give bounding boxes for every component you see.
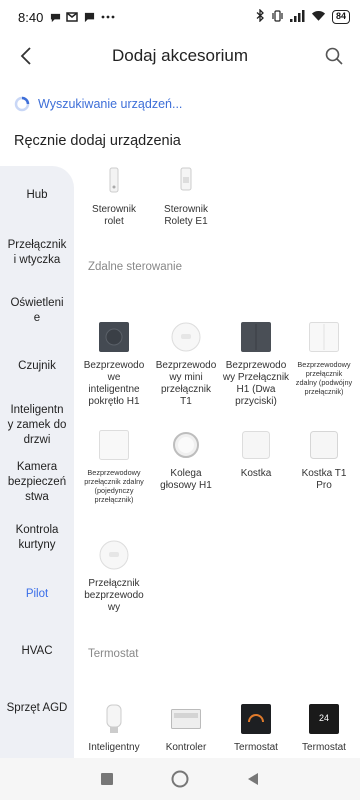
- wifi-icon: [311, 10, 326, 25]
- device-card-roller-shade-e1[interactable]: Sterownik Rolety E1: [150, 164, 222, 228]
- radiator-thermostat-icon: [97, 702, 131, 736]
- device-label: Kostka T1 Pro: [301, 468, 347, 491]
- device-label: Kontroler: [165, 742, 207, 753]
- device-card-thermostat-a[interactable]: Termostat: [220, 702, 292, 754]
- device-label: Przełącznik bezprzewodo wy: [84, 578, 144, 613]
- back-button[interactable]: [12, 42, 40, 70]
- home-button[interactable]: [168, 767, 192, 791]
- device-label: Bezprzewodo we inteligentne pokrętło H1: [83, 360, 145, 407]
- device-card-thermostat-b[interactable]: 24 Termostat: [288, 702, 360, 754]
- sidebar-item-hvac[interactable]: HVAC: [0, 644, 74, 659]
- bluetooth-icon: [256, 8, 265, 25]
- double-switch-white-icon: [307, 320, 341, 354]
- smart-knob-icon: [97, 320, 131, 354]
- double-switch-dark-icon: [239, 320, 273, 354]
- section-title-thermostat: Termostat: [88, 648, 139, 660]
- vibrate-icon: [271, 9, 284, 25]
- device-label: Inteligentny: [88, 742, 140, 753]
- battery-indicator: 84: [331, 10, 350, 24]
- device-card-remote-switch-single[interactable]: Bezprzewodowy przełącznik zdalny (pojedync…: [78, 428, 150, 504]
- page-title: Dodaj akcesorium: [111, 46, 249, 65]
- more-icon: [100, 11, 116, 23]
- mail-icon: [66, 11, 79, 23]
- sidebar-item-switch-plug[interactable]: Przełącznik i wtyczka: [0, 238, 74, 268]
- sidebar-item-lighting[interactable]: Oświetleni e: [0, 296, 74, 326]
- category-sidebar: Hub Przełącznik i wtyczka Oświetleni e Czu…: [0, 166, 74, 758]
- device-card-remote-switch-double[interactable]: Bezprzewodowy przełącznik zdalny (podwójny…: [288, 320, 360, 396]
- device-search-status: Wyszukiwanie urządzeń...: [14, 96, 182, 112]
- device-label: Bezprzewodowy przełącznik zdalny (pojedync…: [84, 468, 144, 504]
- square-icon: [100, 773, 113, 785]
- manual-add-title: Ręcznie dodaj urządzenia: [14, 133, 181, 149]
- device-label: Bezprzewodo wy mini przełącznik T1: [155, 360, 217, 407]
- back-nav-button[interactable]: [241, 767, 265, 791]
- mini-switch-icon: [169, 320, 203, 354]
- section-title-remote: Zdalne sterowanie: [88, 261, 182, 273]
- device-card-cube-t1-pro[interactable]: Kostka T1 Pro: [288, 428, 360, 492]
- device-label: Bezprzewodo wy Przełącznik H1 (Dwa przycisk…: [222, 360, 290, 407]
- device-card-switch-h1-double[interactable]: Bezprzewodo wy Przełącznik H1 (Dwa przycisk…: [220, 320, 292, 408]
- roller-shade-icon: [169, 164, 203, 198]
- app-header: Dodaj akcesorium: [0, 34, 360, 78]
- sidebar-item-camera[interactable]: Kamera bezpieczeń stwa: [0, 460, 74, 505]
- device-card-smart-knob-h1[interactable]: Bezprzewodo we inteligentne pokrętło H1: [78, 320, 150, 408]
- device-card-curtain-controller[interactable]: Sterownik rolet: [78, 164, 150, 228]
- notification-icons: [49, 11, 116, 23]
- status-bar: 8:40 84: [0, 0, 360, 34]
- message-icon: [83, 11, 95, 23]
- device-label: Kostka: [240, 468, 272, 479]
- device-card-wireless-switch[interactable]: Przełącznik bezprzewodo wy: [78, 538, 150, 614]
- din-controller-icon: [169, 702, 203, 736]
- thermostat-panel-icon: [239, 702, 273, 736]
- cube-pro-icon: [307, 428, 341, 462]
- sidebar-item-appliances[interactable]: Sprzęt AGD: [0, 701, 74, 716]
- chat-icon: [49, 11, 61, 23]
- device-card-mini-switch-t1[interactable]: Bezprzewodo wy mini przełącznik T1: [150, 320, 222, 408]
- triangle-back-icon: [248, 773, 259, 785]
- sidebar-item-hub[interactable]: Hub: [0, 188, 74, 203]
- device-grid: Sterownik rolet Sterownik Rolety E1 Zdalne…: [74, 158, 360, 758]
- thermostat-display-value: 24: [318, 713, 329, 723]
- recents-button[interactable]: [95, 767, 119, 791]
- searching-text: Wyszukiwanie urządzeń...: [38, 97, 183, 111]
- search-icon: [325, 47, 343, 65]
- signal-icon: [289, 9, 305, 25]
- single-switch-white-icon: [97, 428, 131, 462]
- circle-icon: [171, 770, 189, 788]
- wireless-switch-icon: [97, 538, 131, 572]
- device-label: Sterownik rolet: [92, 204, 136, 227]
- voice-mate-icon: [169, 428, 203, 462]
- curtain-controller-icon: [97, 164, 131, 198]
- status-time: 8:40: [18, 9, 44, 25]
- device-label: Sterownik Rolety E1: [164, 204, 208, 227]
- device-card-cube[interactable]: Kostka: [220, 428, 292, 480]
- system-icons: 84: [256, 8, 350, 25]
- search-button[interactable]: [320, 42, 348, 70]
- device-label: Termostat: [234, 742, 278, 753]
- device-card-thermostat-controller[interactable]: Kontroler: [150, 702, 222, 754]
- loading-spinner-icon: [14, 96, 30, 112]
- device-card-smart-radiator[interactable]: Inteligentny: [78, 702, 150, 754]
- cube-icon: [239, 428, 273, 462]
- thermostat-display-icon: 24: [307, 702, 341, 736]
- device-label: Kolega głosowy H1: [160, 468, 212, 491]
- system-nav-bar: [0, 758, 360, 800]
- device-card-voice-mate-h1[interactable]: Kolega głosowy H1: [150, 428, 222, 492]
- sidebar-item-sensor[interactable]: Czujnik: [0, 359, 74, 374]
- sidebar-item-curtain[interactable]: Kontrola kurtyny: [0, 523, 74, 553]
- back-arrow-icon: [20, 47, 31, 65]
- sidebar-item-smart-lock[interactable]: Inteligentn y zamek do drzwi: [0, 403, 74, 448]
- device-label: Termostat: [302, 742, 346, 753]
- sidebar-item-remote[interactable]: Pilot: [0, 587, 74, 602]
- device-label: Bezprzewodowy przełącznik zdalny (podwójny…: [295, 360, 353, 396]
